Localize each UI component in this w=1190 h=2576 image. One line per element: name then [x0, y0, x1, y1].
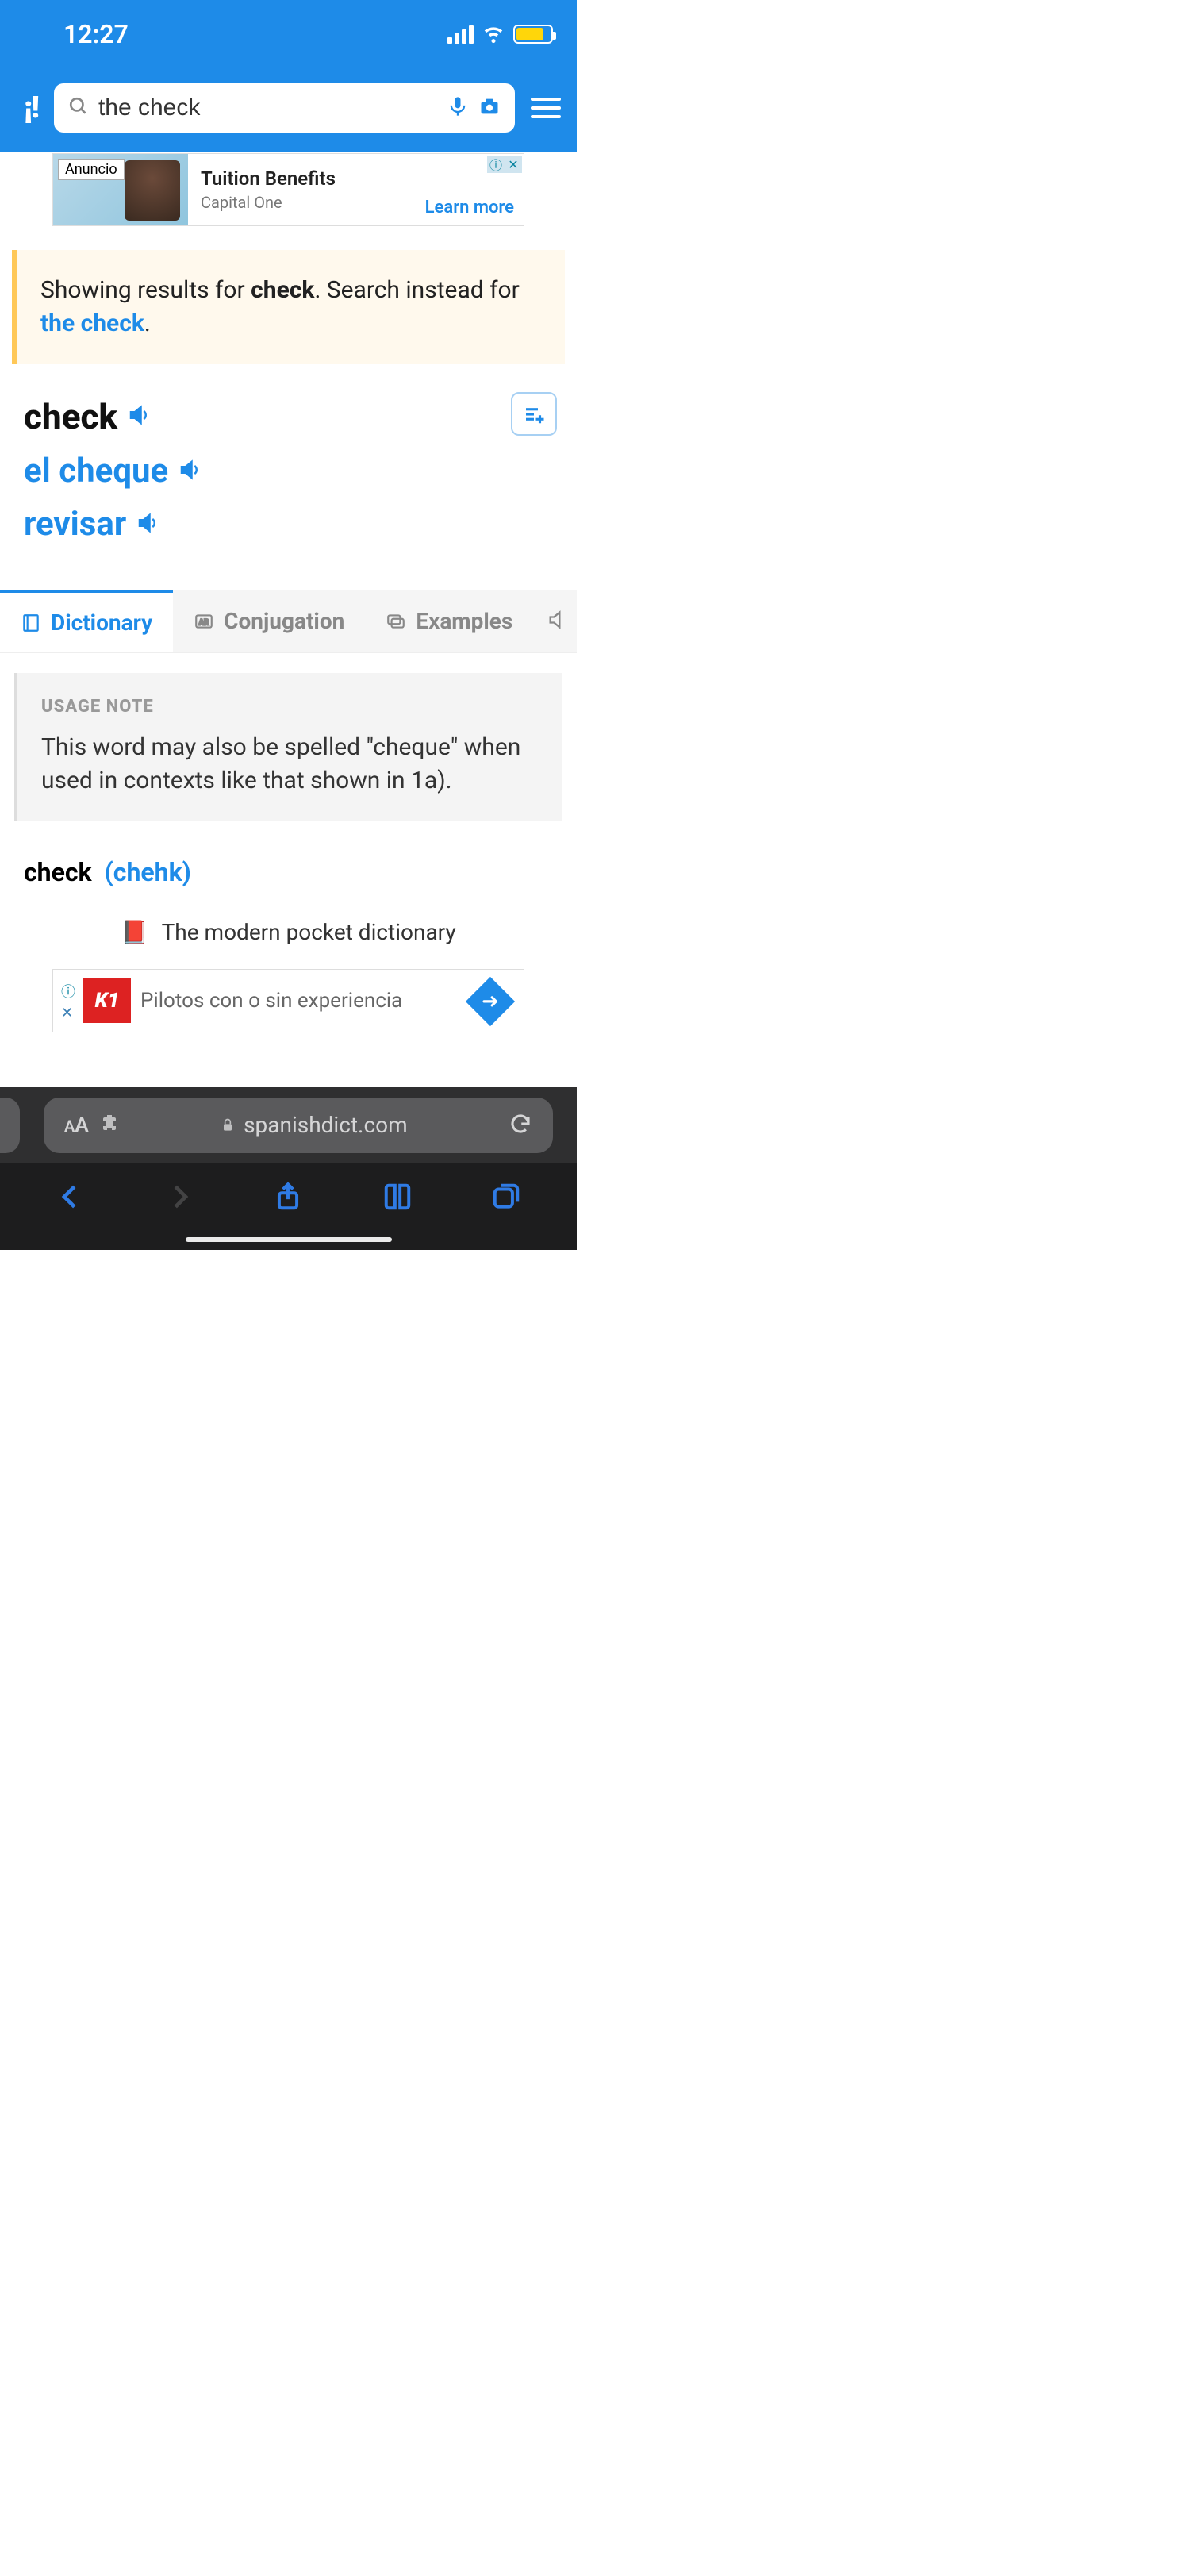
tab-dictionary[interactable]: Dictionary — [0, 590, 173, 652]
entry-headword-pron: check (chehk) — [0, 841, 577, 895]
add-to-list-button[interactable] — [511, 392, 557, 436]
forward-button[interactable] — [164, 1182, 194, 1215]
usage-note-title: USAGE NOTE — [41, 697, 539, 717]
notice-bold-word: check — [251, 276, 314, 304]
cellular-signal-icon — [447, 25, 474, 44]
tab-examples[interactable]: Examples — [365, 590, 533, 652]
tab-conjugation[interactable]: AR Conjugation — [173, 590, 365, 652]
ad-info-icon[interactable]: ⓘ — [61, 981, 75, 1002]
extensions-icon[interactable] — [100, 1113, 119, 1137]
tab-label: Dictionary — [51, 609, 152, 636]
tagline-text: The modern pocket dictionary — [162, 919, 456, 945]
lock-icon — [220, 1117, 236, 1133]
ad-image: Anuncio — [53, 154, 188, 225]
search-icon — [68, 96, 89, 120]
usage-note: USAGE NOTE This word may also be spelled… — [14, 673, 562, 821]
ad-arrow-icon[interactable]: ➜ — [466, 977, 515, 1026]
ad-close-icon[interactable]: ✕ — [61, 1005, 75, 1021]
audio-muted-icon[interactable] — [547, 609, 569, 634]
tab-label: Examples — [416, 608, 512, 634]
audio-icon[interactable] — [178, 458, 202, 485]
headword-english: check — [24, 396, 117, 437]
ad-title: Tuition Benefits — [201, 167, 511, 190]
notice-text-middle: . Search instead for — [314, 276, 519, 304]
reader-aa-button[interactable]: AA — [64, 1113, 89, 1137]
ad-label: Anuncio — [58, 159, 125, 180]
status-bar: 12:27 — [0, 0, 577, 76]
headword-block: check el cheque revisar — [0, 364, 577, 574]
entry-word: check — [24, 857, 92, 887]
ad-cta[interactable]: Learn more — [425, 198, 514, 217]
reload-button[interactable] — [509, 1112, 532, 1139]
ad-close-icon[interactable]: ✕ — [505, 156, 522, 173]
status-time: 12:27 — [63, 19, 129, 49]
browser-url-bar[interactable]: AA spanishdict.com — [44, 1098, 553, 1153]
usage-note-body: This word may also be spelled "cheque" w… — [41, 731, 539, 798]
notice-search-instead-link[interactable]: the check — [40, 310, 144, 337]
search-box[interactable] — [54, 83, 515, 133]
app-header: ¡! — [0, 76, 577, 152]
browser-url-bar-row: AA spanishdict.com — [0, 1087, 577, 1163]
bookmarks-button[interactable] — [382, 1182, 413, 1215]
ad-info-icon[interactable]: ⓘ — [487, 156, 505, 173]
ad-banner-top[interactable]: Anuncio Tuition Benefits Capital One Lea… — [52, 153, 524, 226]
svg-text:AR: AR — [199, 618, 210, 627]
book-icon: 📕 — [121, 919, 148, 945]
tab-overflow — [533, 590, 577, 652]
search-input[interactable] — [98, 94, 437, 121]
ad-banner-bottom[interactable]: ⓘ ✕ K1 Pilotos con o sin experiencia ➜ — [52, 969, 524, 1032]
status-icons — [447, 21, 553, 48]
site-logo[interactable]: ¡! — [24, 90, 38, 125]
search-suggestion-notice: Showing results for check. Search instea… — [12, 250, 565, 364]
content-tabs: Dictionary AR Conjugation Examples — [0, 590, 577, 653]
translation-spanish-1[interactable]: el cheque — [24, 452, 168, 490]
prev-tab-peek[interactable] — [0, 1098, 20, 1153]
tab-label: Conjugation — [224, 608, 344, 634]
wifi-icon — [482, 21, 505, 48]
tabs-button[interactable] — [491, 1182, 521, 1215]
audio-icon[interactable] — [136, 511, 159, 538]
camera-icon[interactable] — [478, 95, 501, 121]
notice-text-prefix: Showing results for — [40, 276, 251, 304]
translation-spanish-2[interactable]: revisar — [24, 505, 126, 544]
menu-button[interactable] — [531, 98, 561, 118]
ad-logo: K1 — [83, 978, 131, 1023]
notice-text-suffix: . — [144, 310, 151, 337]
entry-pronunciation[interactable]: (chehk) — [105, 857, 191, 887]
back-button[interactable] — [56, 1182, 86, 1215]
tagline: 📕 The modern pocket dictionary — [0, 919, 577, 945]
audio-icon[interactable] — [127, 403, 151, 430]
share-button[interactable] — [273, 1182, 303, 1215]
microphone-icon[interactable] — [447, 95, 469, 121]
battery-icon — [513, 25, 553, 44]
url-domain: spanishdict.com — [244, 1112, 408, 1138]
home-indicator[interactable] — [186, 1237, 392, 1242]
ad-text: Pilotos con o sin experiencia — [140, 989, 402, 1013]
